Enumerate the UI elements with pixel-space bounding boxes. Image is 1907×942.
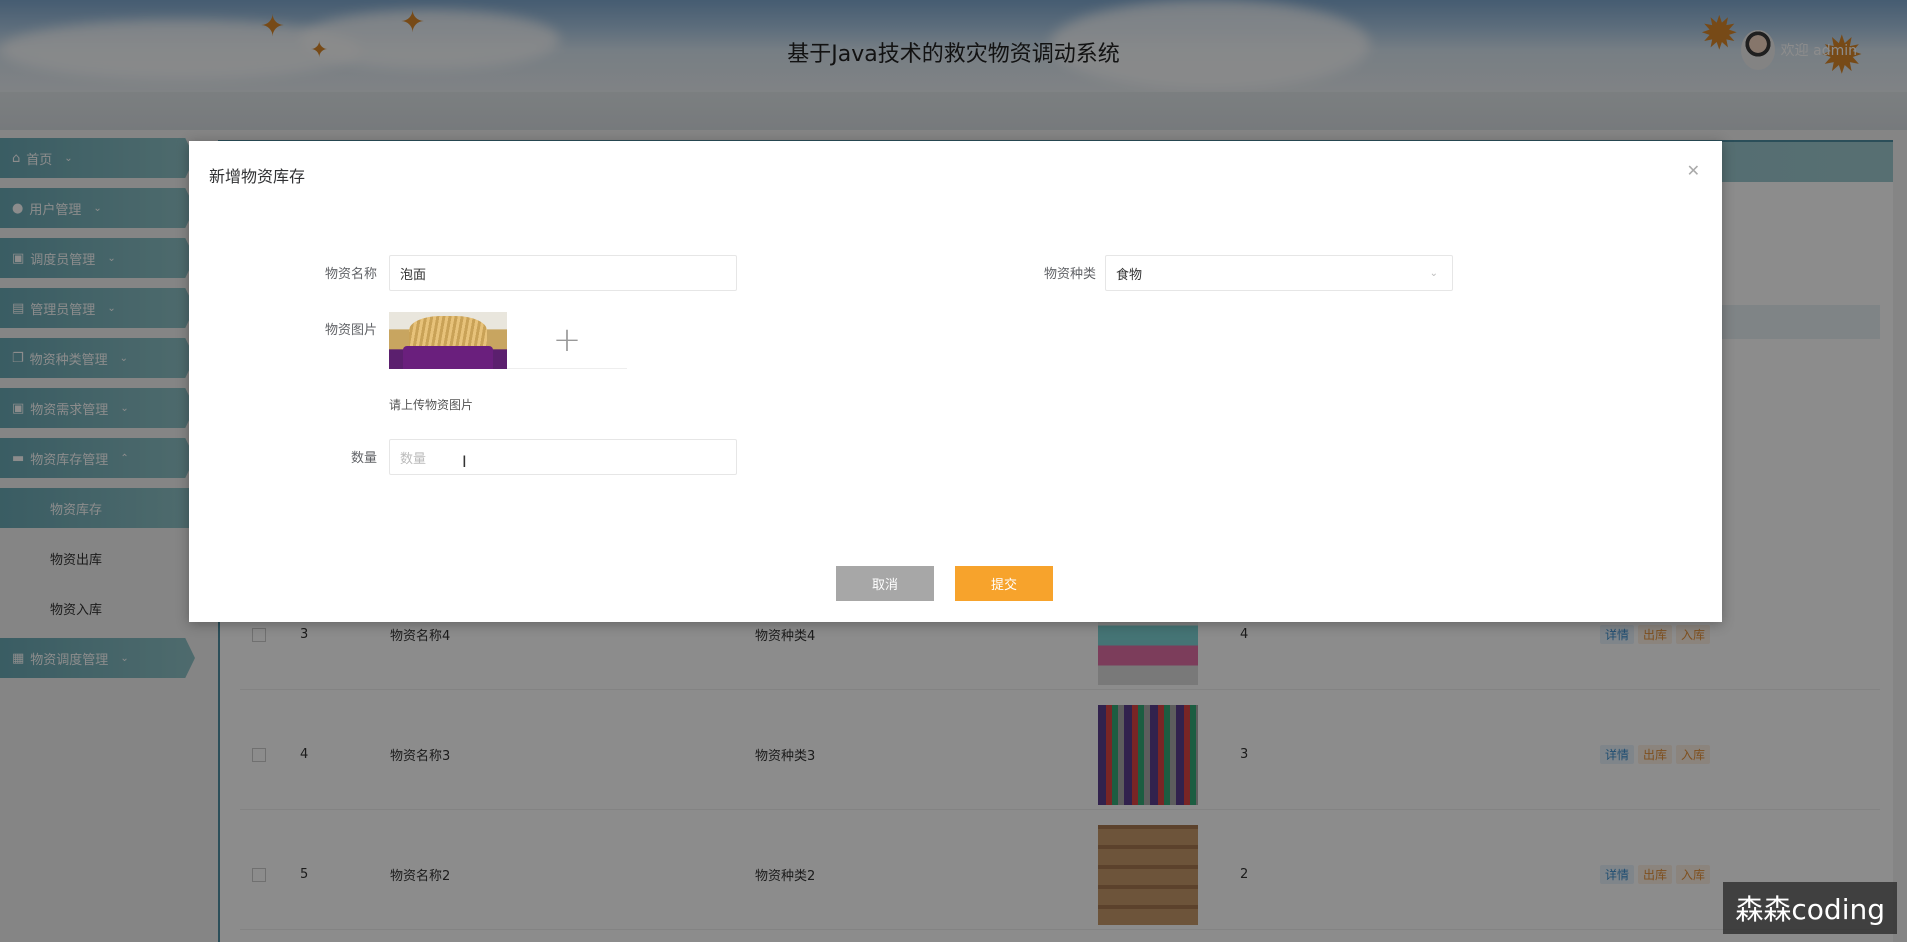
quantity-input[interactable]: 数量: [389, 439, 737, 475]
uploaded-image-thumbnail[interactable]: [389, 312, 507, 369]
quantity-placeholder: 数量: [400, 451, 427, 467]
upload-hint: 请上传物资图片: [389, 398, 474, 412]
name-label: 物资名称: [324, 267, 377, 282]
dialog-title: 新增物资库存: [209, 167, 306, 186]
qty-label: 数量: [350, 451, 377, 466]
material-name-value: 泡面: [400, 267, 427, 283]
close-icon[interactable]: ✕: [1687, 161, 1700, 180]
material-name-field[interactable]: 泡面: [389, 255, 737, 291]
image-label: 物资图片: [324, 323, 377, 338]
cup-shape: [403, 346, 493, 369]
type-label: 物资种类: [1043, 267, 1096, 282]
submit-button[interactable]: 提交: [955, 566, 1053, 601]
material-type-value: 食物: [1116, 267, 1143, 283]
add-inventory-dialog: 新增物资库存 ✕ 物资名称 泡面 物资种类 食物 ⌄ 物资图片 + 请上传物资图…: [189, 141, 1722, 622]
upload-image-button[interactable]: +: [507, 312, 627, 369]
text-cursor-icon: I: [462, 452, 467, 471]
watermark: 森森coding: [1723, 882, 1897, 934]
plus-icon: +: [552, 320, 582, 360]
chevron-down-icon: ⌄: [1429, 267, 1438, 279]
cancel-button[interactable]: 取消: [836, 566, 934, 601]
material-type-select[interactable]: 食物 ⌄: [1105, 255, 1453, 291]
